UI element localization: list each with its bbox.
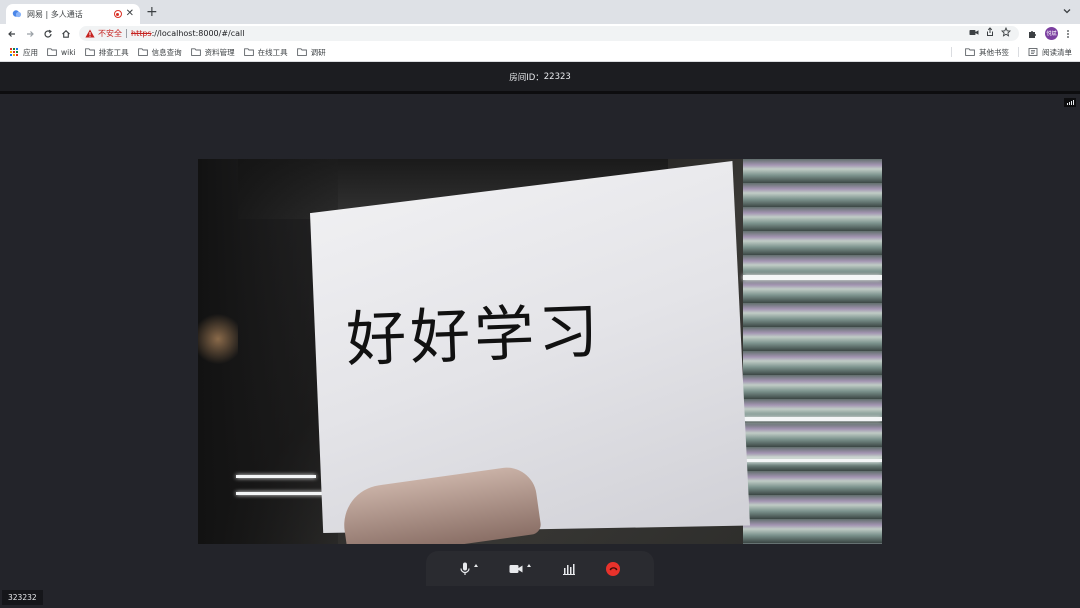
profile-avatar[interactable]: 悦斌 (1045, 27, 1058, 40)
bookmark-label: 在线工具 (257, 47, 288, 57)
folder-icon (296, 48, 307, 56)
bookmark-label: wiki (61, 47, 76, 57)
stats-button[interactable] (562, 559, 575, 579)
bookmark-folder-info[interactable]: 信息查询 (137, 47, 182, 58)
bookmark-label: 其他书签 (979, 47, 1009, 57)
camera-button[interactable] (509, 559, 532, 579)
network-signal-icon (1064, 98, 1076, 107)
folder-icon (137, 48, 148, 56)
home-button[interactable] (57, 25, 75, 43)
apps-grid-icon (10, 48, 18, 56)
share-icon[interactable] (985, 27, 995, 37)
tab-title: 网易 | 多人通话 (27, 9, 83, 19)
room-id-value: 22323 (543, 71, 571, 82)
reading-list-button[interactable]: 阅读清单 (1028, 47, 1072, 58)
room-header: 房间ID： 22323 (0, 62, 1080, 91)
call-page: 房间ID： 22323 好好学习 323232 (0, 62, 1080, 608)
warning-icon (85, 29, 95, 38)
bookmark-label: 排查工具 (98, 47, 129, 57)
folder-icon (965, 48, 975, 56)
video-window-glare (743, 159, 882, 544)
remote-video-stream: 好好学习 (198, 159, 882, 544)
bookmarks-divider (951, 47, 952, 57)
url-text: ://localhost:8000/#/call (151, 29, 245, 38)
url-scheme: https (131, 29, 152, 38)
recording-indicator-icon (113, 10, 122, 18)
bookmark-folder-research[interactable]: 调研 (296, 47, 326, 58)
bookmark-folder-wiki[interactable]: wiki (47, 48, 76, 57)
arrow-right-icon (27, 30, 34, 37)
reading-list-icon (1028, 48, 1038, 56)
omnibox-separator (126, 29, 127, 38)
sign-text: 好好学习 (345, 296, 604, 376)
bookmarks-divider (1018, 47, 1019, 57)
bookmarks-bar: 应用 wiki 排查工具 信息查询 资料管理 在线工具 调研 其他书签 阅读清单 (0, 43, 1080, 62)
tab-close-button[interactable]: ✕ (126, 9, 134, 19)
bookmark-folder-troubleshoot[interactable]: 排查工具 (84, 47, 129, 58)
reload-button[interactable] (39, 25, 57, 43)
microphone-options-caret-icon[interactable] (473, 564, 478, 567)
video-light-glow (198, 309, 238, 369)
microphone-button[interactable] (460, 559, 478, 579)
bookmark-label: 调研 (310, 47, 326, 57)
arrow-left-icon (8, 30, 15, 37)
bookmark-label: 阅读清单 (1042, 47, 1072, 57)
star-icon[interactable] (1001, 27, 1011, 37)
video-light-stripe (743, 459, 882, 462)
video-light-stripe (743, 275, 882, 280)
security-status-label[interactable]: 不安全 (98, 28, 122, 39)
forward-button[interactable] (21, 25, 39, 43)
address-bar[interactable]: 不安全 https ://localhost:8000/#/call (79, 26, 1019, 41)
bookmark-apps[interactable]: 应用 (9, 47, 38, 58)
hang-up-button[interactable] (606, 559, 621, 579)
folder-icon (84, 48, 95, 56)
browser-toolbar: 不安全 https ://localhost:8000/#/call 悦斌 (0, 24, 1080, 43)
bookmark-label: 资料管理 (204, 47, 235, 57)
header-divider (0, 91, 1080, 94)
folder-icon (243, 48, 254, 56)
chat-bubble-icon (12, 9, 22, 19)
hang-up-icon (606, 561, 621, 576)
folder-icon (190, 48, 201, 56)
video-light-stripe (236, 475, 316, 478)
chevron-down-icon[interactable] (1062, 6, 1072, 16)
tab-strip: 网易 | 多人通话 ✕ + (0, 0, 1080, 24)
bookmark-folder-online-tools[interactable]: 在线工具 (243, 47, 288, 58)
bookmark-other[interactable]: 其他书签 (965, 47, 1009, 58)
local-user-id-badge: 323232 (2, 590, 43, 605)
camera-options-caret-icon[interactable] (527, 564, 532, 567)
call-control-bar (426, 551, 654, 586)
folder-icon (47, 48, 57, 56)
back-button[interactable] (3, 25, 21, 43)
video-light-stripe (743, 417, 882, 421)
bookmark-folder-docs[interactable]: 资料管理 (190, 47, 235, 58)
camera-in-use-icon[interactable] (969, 28, 979, 37)
bookmark-label: 信息查询 (151, 47, 182, 57)
room-id-label: 房间ID： (509, 72, 544, 83)
kebab-menu-icon[interactable] (1066, 29, 1070, 39)
browser-tab[interactable]: 网易 | 多人通话 ✕ (6, 4, 140, 24)
new-tab-button[interactable]: + (146, 5, 158, 19)
reload-icon (44, 29, 52, 38)
home-icon (62, 29, 70, 38)
video-camera-icon (509, 564, 523, 573)
bar-chart-icon (562, 563, 575, 575)
microphone-icon (460, 562, 470, 575)
bookmark-label: 应用 (23, 47, 38, 57)
extensions-puzzle-icon[interactable] (1027, 29, 1037, 39)
